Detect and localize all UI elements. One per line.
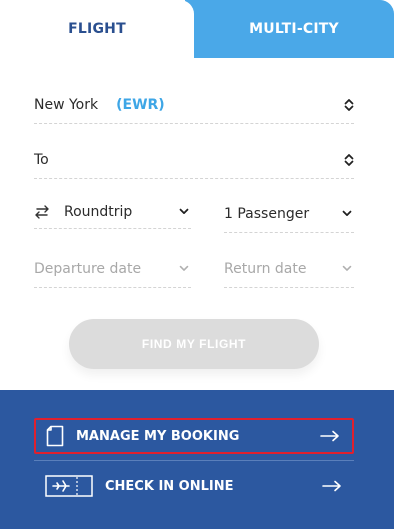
swap-arrows-icon	[35, 204, 49, 219]
tab-multi-city[interactable]: MULTI-CITY	[185, 0, 394, 58]
chevron-down-icon	[179, 265, 189, 271]
document-icon	[46, 425, 64, 447]
return-date-field[interactable]: Return date	[224, 250, 354, 288]
manage-booking-label: MANAGE MY BOOKING	[76, 428, 240, 444]
passengers-select[interactable]: 1 Passenger	[224, 195, 354, 233]
passengers-value: 1 Passenger	[224, 205, 310, 222]
origin-field[interactable]: New York (EWR)	[34, 86, 354, 124]
boarding-pass-icon	[45, 475, 93, 497]
up-down-chevron-icon	[344, 153, 354, 166]
up-down-chevron-icon	[344, 98, 354, 111]
find-flight-button[interactable]: FIND MY FLIGHT	[69, 319, 319, 369]
links-divider	[34, 460, 354, 461]
destination-placeholder: To	[34, 151, 49, 168]
booking-widget: MULTI-CITY FLIGHT New York (EWR) To Roun…	[0, 0, 394, 529]
return-date-placeholder: Return date	[224, 260, 307, 277]
tab-bar: MULTI-CITY FLIGHT	[0, 0, 394, 58]
trip-type-value: Roundtrip	[64, 203, 133, 220]
chevron-down-icon	[342, 265, 352, 271]
departure-date-placeholder: Departure date	[34, 260, 142, 277]
trip-type-select[interactable]: Roundtrip	[34, 195, 191, 229]
chevron-down-icon	[342, 210, 352, 216]
destination-field[interactable]: To	[34, 141, 354, 179]
arrow-right-icon	[320, 430, 339, 442]
check-in-online-link[interactable]: CHECK IN ONLINE	[34, 468, 354, 504]
chevron-down-icon	[179, 208, 189, 214]
arrow-right-icon	[322, 480, 341, 492]
check-in-label: CHECK IN ONLINE	[105, 478, 234, 494]
origin-airport-code: (EWR)	[116, 96, 165, 113]
manage-booking-link[interactable]: MANAGE MY BOOKING	[34, 418, 354, 454]
origin-city: New York	[34, 96, 99, 113]
tab-flight[interactable]: FLIGHT	[0, 0, 194, 58]
departure-date-field[interactable]: Departure date	[34, 250, 191, 288]
